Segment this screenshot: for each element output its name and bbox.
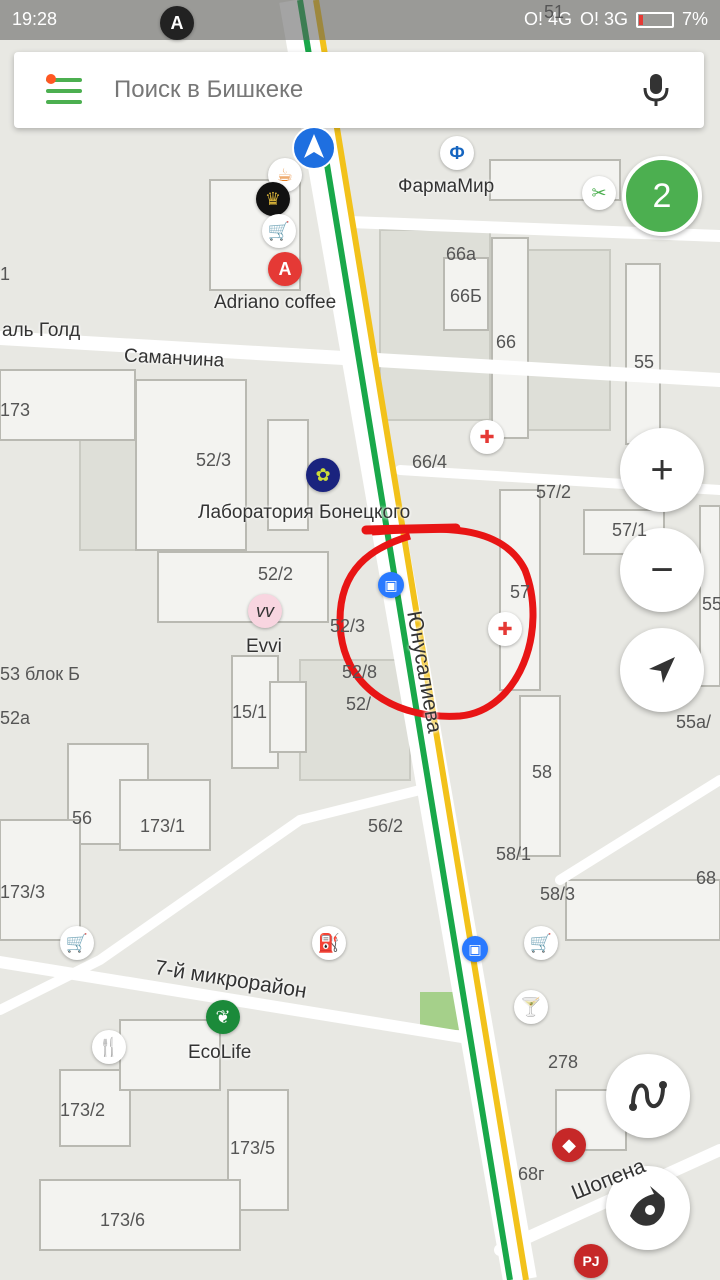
my-location-arrow-icon <box>292 126 336 170</box>
pizza-logo-icon[interactable]: PJ <box>574 1244 608 1278</box>
fuel-station-icon[interactable]: ⛽ <box>312 926 346 960</box>
shopping-cart-icon-2[interactable]: 🛒 <box>60 926 94 960</box>
shopping-cart-icon-3[interactable]: 🛒 <box>524 926 558 960</box>
crown-logo-icon[interactable]: ♛ <box>256 182 290 216</box>
route-button[interactable] <box>606 1054 690 1138</box>
locate-me-button[interactable] <box>620 628 704 712</box>
building-number: 173/2 <box>60 1100 106 1120</box>
status-bar: 19:28 O! 4G O! 3G 7% <box>0 0 720 40</box>
poi-label-ecolife: EcoLife <box>188 1042 252 1063</box>
battery-icon <box>635 11 674 28</box>
assistant-mascot-icon <box>630 1186 665 1226</box>
building-number: 173/5 <box>230 1138 276 1158</box>
building-number: 52/3 <box>330 616 366 636</box>
building-number: 52/ <box>346 694 372 714</box>
battery-percent: 7% <box>681 9 708 29</box>
building-number: 52/2 <box>258 564 294 584</box>
building-number: 66 <box>496 332 517 352</box>
building-number: 68 <box>696 868 717 888</box>
results-badge[interactable]: 2 <box>622 156 702 236</box>
poi-label-lab: Лаборатория Бонецкого <box>198 502 411 523</box>
building-number: 15/1 <box>232 702 268 722</box>
building-number: 53 блок Б <box>0 664 80 684</box>
bus-stop-icon-2[interactable]: ▣ <box>462 936 488 962</box>
building-number: 278 <box>548 1052 579 1072</box>
route-icon <box>629 1081 667 1111</box>
network-label-2: O! 3G <box>579 9 628 29</box>
building-number: 51 <box>544 2 565 22</box>
cocktail-icon[interactable]: 🍸 <box>514 990 548 1024</box>
shopping-cart-icon[interactable]: 🛒 <box>262 214 296 248</box>
pharmacy-icon[interactable]: Ф <box>440 136 474 170</box>
notification-dot <box>46 74 56 84</box>
poi-label-pharmamir: ФармаМир <box>398 176 495 197</box>
building-number: 66а <box>446 244 477 264</box>
building-number: 1 <box>0 264 11 284</box>
ecolife-logo-icon[interactable]: ❦ <box>206 1000 240 1034</box>
building-number: 66/4 <box>412 452 448 472</box>
building-number: 52/3 <box>196 450 232 470</box>
zoom-in-button[interactable]: + <box>620 428 704 512</box>
bank-logo-icon[interactable]: ◆ <box>552 1128 586 1162</box>
scissors-icon[interactable]: ✂ <box>582 176 616 210</box>
building-number: 58/3 <box>540 884 576 904</box>
alfa-logo-icon[interactable]: A <box>268 252 302 286</box>
menu-icon[interactable] <box>46 74 82 104</box>
building-number: 58 <box>532 762 553 782</box>
status-time: 19:28 <box>12 9 58 29</box>
building-number: 58/1 <box>496 844 532 864</box>
building-number: 68г <box>518 1164 545 1184</box>
building-number: 57/1 <box>612 520 648 540</box>
building-number: 55а/ <box>676 712 712 732</box>
building-number: 173/6 <box>100 1210 146 1230</box>
microphone-icon[interactable] <box>636 70 676 110</box>
search-input[interactable]: Поиск в Бишкеке <box>114 76 303 104</box>
station-a-icon[interactable]: A <box>160 6 194 40</box>
building-number: 57 <box>510 582 531 602</box>
poi-label-adriano: Adriano coffee <box>214 292 337 313</box>
bus-stop-icon[interactable]: ▣ <box>378 572 404 598</box>
medical-cross-icon-2[interactable]: ✚ <box>488 612 522 646</box>
lab-logo-icon[interactable]: ✿ <box>306 458 340 492</box>
building-number: 66Б <box>450 286 482 306</box>
poi-label-gold: аль Голд <box>2 320 81 341</box>
poi-label-evvi: Evvi <box>246 636 282 657</box>
building-number: 52/8 <box>342 662 378 682</box>
medical-cross-icon[interactable]: ✚ <box>470 420 504 454</box>
evvi-logo-icon[interactable]: vv <box>248 594 282 628</box>
building-number: 56 <box>72 808 93 828</box>
building-number: 173 <box>0 400 31 420</box>
building-number: 55 <box>702 594 720 614</box>
building-number: 55 <box>634 352 655 372</box>
building-number: 57/2 <box>536 482 572 502</box>
navigation-arrow-icon <box>649 657 675 683</box>
building-number: 52а <box>0 708 31 728</box>
building-number: 173/3 <box>0 882 46 902</box>
building-number: 56/2 <box>368 816 404 836</box>
building-number: 173/1 <box>140 816 186 836</box>
restaurant-icon[interactable]: 🍴 <box>92 1030 126 1064</box>
search-bar[interactable]: Поиск в Бишкеке <box>14 52 704 128</box>
